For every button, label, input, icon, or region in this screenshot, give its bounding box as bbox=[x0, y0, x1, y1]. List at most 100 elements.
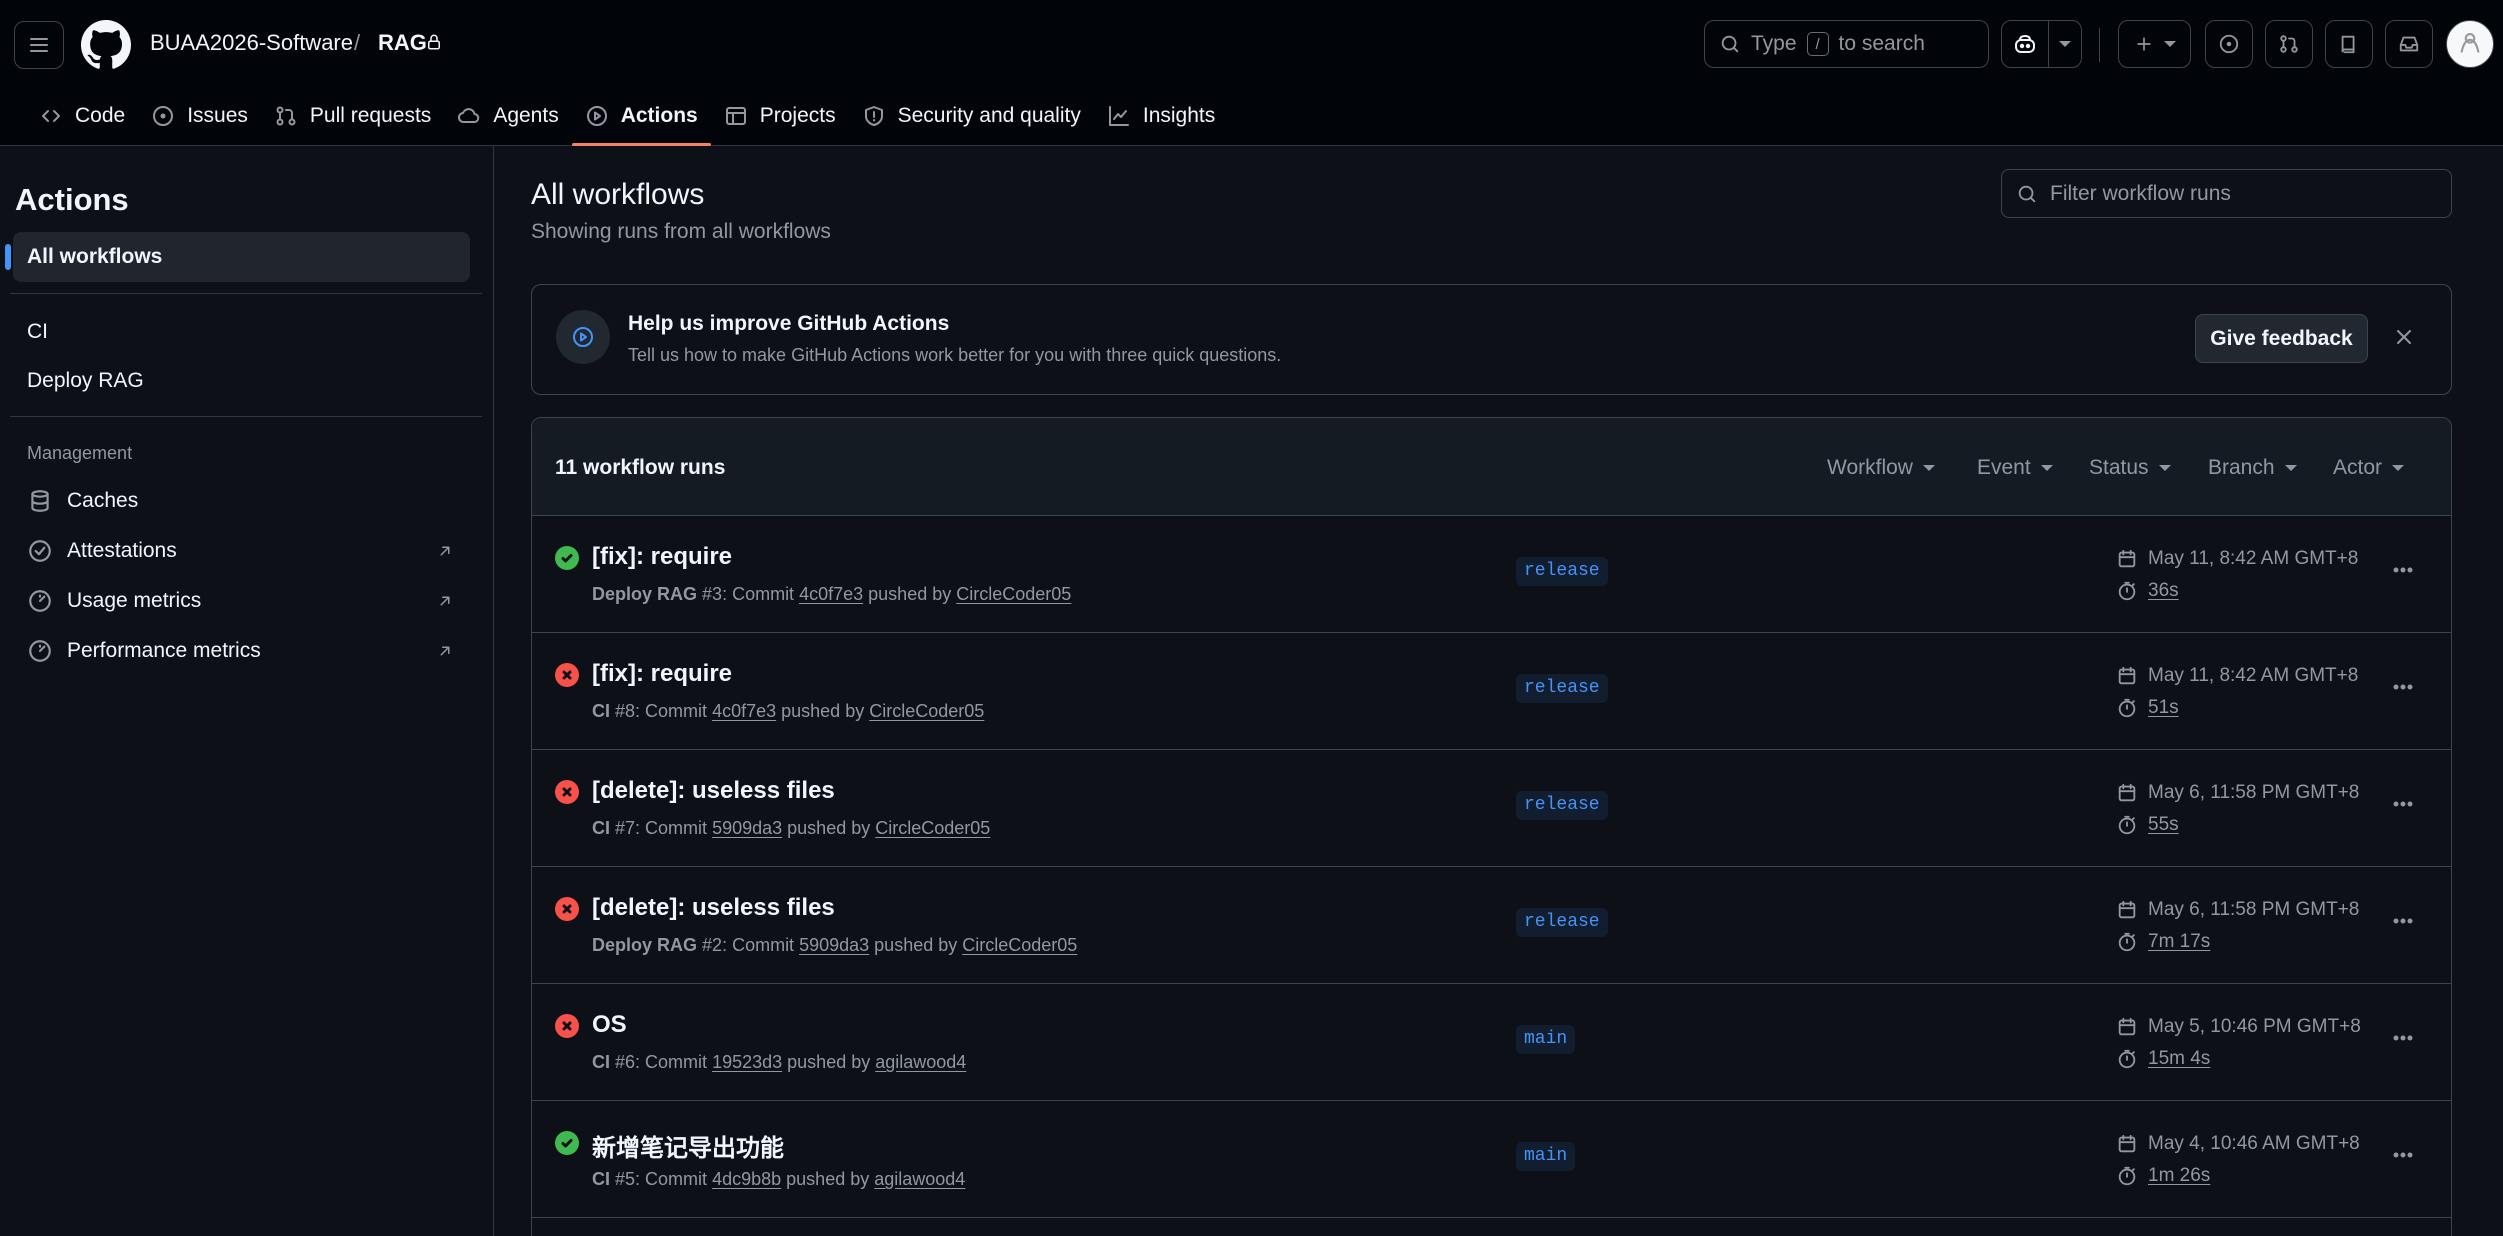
filter-status-dropdown[interactable]: Status bbox=[2089, 456, 2171, 480]
filter-workflow-dropdown[interactable]: Workflow bbox=[1827, 456, 1935, 480]
run-author-link[interactable]: agilawood4 bbox=[874, 1169, 965, 1189]
run-title[interactable]: OS bbox=[592, 1011, 627, 1039]
run-author-link[interactable]: agilawood4 bbox=[875, 1052, 966, 1072]
run-author-link[interactable]: CircleCoder05 bbox=[962, 935, 1077, 955]
branch-badge[interactable]: release bbox=[1516, 791, 1608, 820]
workflow-runs-list: 11 workflow runs Workflow Event Status B… bbox=[531, 417, 2452, 1236]
run-title[interactable]: [fix]: require bbox=[592, 543, 732, 571]
filter-label: Event bbox=[1977, 456, 2031, 479]
run-author-link[interactable]: CircleCoder05 bbox=[956, 584, 1071, 604]
issues-button[interactable] bbox=[2205, 20, 2253, 68]
branch-badge[interactable]: main bbox=[1516, 1025, 1576, 1054]
sidebar-item-all-workflows[interactable]: All workflows bbox=[5, 232, 470, 282]
tab-code[interactable]: Code bbox=[26, 86, 138, 146]
stopwatch-icon bbox=[2118, 698, 2136, 718]
filter-actor-dropdown[interactable]: Actor bbox=[2333, 456, 2405, 480]
breadcrumb-repo[interactable]: RAG bbox=[378, 30, 427, 56]
inbox-button[interactable] bbox=[2385, 20, 2433, 68]
branch-badge[interactable]: main bbox=[1516, 1142, 1576, 1171]
workflow-run-row[interactable]: OS CI #6: Commit 19523d3 pushed by agilaw… bbox=[532, 984, 2451, 1101]
run-commit-link[interactable]: 19523d3 bbox=[712, 1052, 782, 1072]
tab-agents[interactable]: Agents bbox=[444, 86, 571, 146]
run-duration: 55s bbox=[2116, 814, 2179, 836]
kebab-menu-icon[interactable] bbox=[2391, 558, 2415, 582]
run-commit-link[interactable]: 4c0f7e3 bbox=[712, 701, 776, 721]
sidebar-item-label: Performance metrics bbox=[67, 639, 261, 662]
run-title[interactable]: [fix]: require bbox=[592, 660, 732, 688]
workflow-run-row[interactable]: [delete]: useless files CI #7: Commit 590… bbox=[532, 750, 2451, 867]
sidebar-item-ci[interactable]: CI bbox=[13, 307, 470, 357]
run-date-text: May 11, 8:42 AM GMT+8 bbox=[2148, 665, 2359, 686]
filter-workflow-runs-input[interactable]: Filter workflow runs bbox=[2001, 169, 2452, 218]
workflow-run-row[interactable]: 新增笔记导出功能 CI #5: Commit 4dc9b8b pushed by … bbox=[532, 1101, 2451, 1218]
run-title[interactable]: 新增笔记导出功能 bbox=[592, 1128, 784, 1163]
branch-badge[interactable]: release bbox=[1516, 674, 1608, 703]
kebab-menu-icon[interactable] bbox=[2391, 675, 2415, 699]
run-number: #5 bbox=[615, 1169, 636, 1189]
sidebar-item-performance-metrics[interactable]: Performance metrics bbox=[13, 626, 470, 676]
run-author-link[interactable]: CircleCoder05 bbox=[869, 701, 984, 721]
run-author-link[interactable]: CircleCoder05 bbox=[875, 818, 990, 838]
search-label-rest: to search bbox=[1838, 32, 1925, 55]
tab-issues[interactable]: Issues bbox=[138, 86, 261, 146]
run-pushed-by: pushed by bbox=[787, 1052, 871, 1072]
run-date: May 11, 8:42 AM GMT+8 bbox=[2116, 548, 2358, 570]
tab-actions[interactable]: Actions bbox=[571, 86, 711, 146]
workflow-run-row[interactable]: [fix]: require CI #8: Commit 4c0f7e3 push… bbox=[532, 633, 2451, 750]
x-icon bbox=[562, 1021, 572, 1031]
search-input[interactable]: Type / to search bbox=[1704, 20, 1989, 68]
sidebar-item-caches[interactable]: Caches bbox=[13, 476, 470, 526]
code-icon bbox=[42, 110, 60, 122]
kebab-menu-icon[interactable] bbox=[2391, 792, 2415, 816]
kebab-menu-icon[interactable] bbox=[2391, 1026, 2415, 1050]
tab-pull-requests[interactable]: Pull requests bbox=[261, 86, 444, 146]
run-commit-link[interactable]: 4dc9b8b bbox=[712, 1169, 781, 1189]
run-duration: 36s bbox=[2116, 580, 2179, 602]
pull-requests-button[interactable] bbox=[2265, 20, 2313, 68]
avatar[interactable] bbox=[2446, 20, 2494, 68]
run-commit-link[interactable]: 5909da3 bbox=[799, 935, 869, 955]
play-icon bbox=[573, 327, 593, 347]
kebab-menu-icon[interactable] bbox=[2391, 909, 2415, 933]
repositories-button[interactable] bbox=[2325, 20, 2373, 68]
tab-insights[interactable]: Insights bbox=[1094, 86, 1228, 146]
run-date: May 6, 11:58 PM GMT+8 bbox=[2116, 899, 2359, 921]
sidebar-item-deploy-rag[interactable]: Deploy RAG bbox=[13, 356, 470, 406]
workflow-run-row[interactable]: [delete]: useless files Deploy RAG #2: Co… bbox=[532, 867, 2451, 984]
give-feedback-button[interactable]: Give feedback bbox=[2195, 314, 2368, 363]
x-icon bbox=[562, 670, 572, 680]
play-icon bbox=[586, 106, 607, 126]
chevron-down-icon bbox=[2392, 465, 2405, 471]
tab-label: Code bbox=[75, 104, 126, 127]
run-workflow-name: CI bbox=[592, 701, 610, 721]
breadcrumb-org[interactable]: BUAA2026-Software bbox=[150, 30, 353, 56]
run-duration-text: 51s bbox=[2148, 697, 2179, 718]
run-duration-text: 1m 26s bbox=[2148, 1165, 2211, 1186]
run-commit-link[interactable]: 5909da3 bbox=[712, 818, 782, 838]
sidebar-item-attestations[interactable]: Attestations bbox=[13, 526, 470, 576]
sidebar-item-usage-metrics[interactable]: Usage metrics bbox=[13, 576, 470, 626]
repo-tabs: Code Issues Pull requests Agents Actions… bbox=[0, 86, 1228, 146]
workflow-run-row[interactable]: [fix]: require Deploy RAG #3: Commit 4c0f… bbox=[532, 516, 2451, 633]
run-date: May 11, 8:42 AM GMT+8 bbox=[2116, 665, 2358, 687]
stopwatch-icon bbox=[2118, 932, 2136, 952]
branch-badge[interactable]: release bbox=[1516, 908, 1608, 937]
issue-icon bbox=[153, 106, 174, 126]
github-logo-icon[interactable] bbox=[81, 20, 131, 70]
branch-badge[interactable]: release bbox=[1516, 557, 1608, 586]
create-new-button[interactable] bbox=[2118, 20, 2191, 68]
copilot-button[interactable] bbox=[2001, 20, 2049, 68]
run-commit-link[interactable]: 4c0f7e3 bbox=[799, 584, 863, 604]
filter-branch-dropdown[interactable]: Branch bbox=[2208, 456, 2297, 480]
kebab-menu-icon[interactable] bbox=[2391, 1143, 2415, 1167]
run-meta: CI #8: Commit 4c0f7e3 pushed by CircleCo… bbox=[592, 701, 984, 722]
filter-event-dropdown[interactable]: Event bbox=[1977, 456, 2053, 480]
tab-projects[interactable]: Projects bbox=[711, 86, 849, 146]
run-title[interactable]: [delete]: useless files bbox=[592, 777, 835, 805]
run-title[interactable]: [delete]: useless files bbox=[592, 894, 835, 922]
copilot-menu-button[interactable] bbox=[2048, 20, 2082, 68]
cloud-icon bbox=[458, 108, 480, 123]
tab-security[interactable]: Security and quality bbox=[849, 86, 1094, 146]
close-icon[interactable] bbox=[2392, 325, 2416, 349]
menu-button[interactable] bbox=[14, 21, 64, 69]
